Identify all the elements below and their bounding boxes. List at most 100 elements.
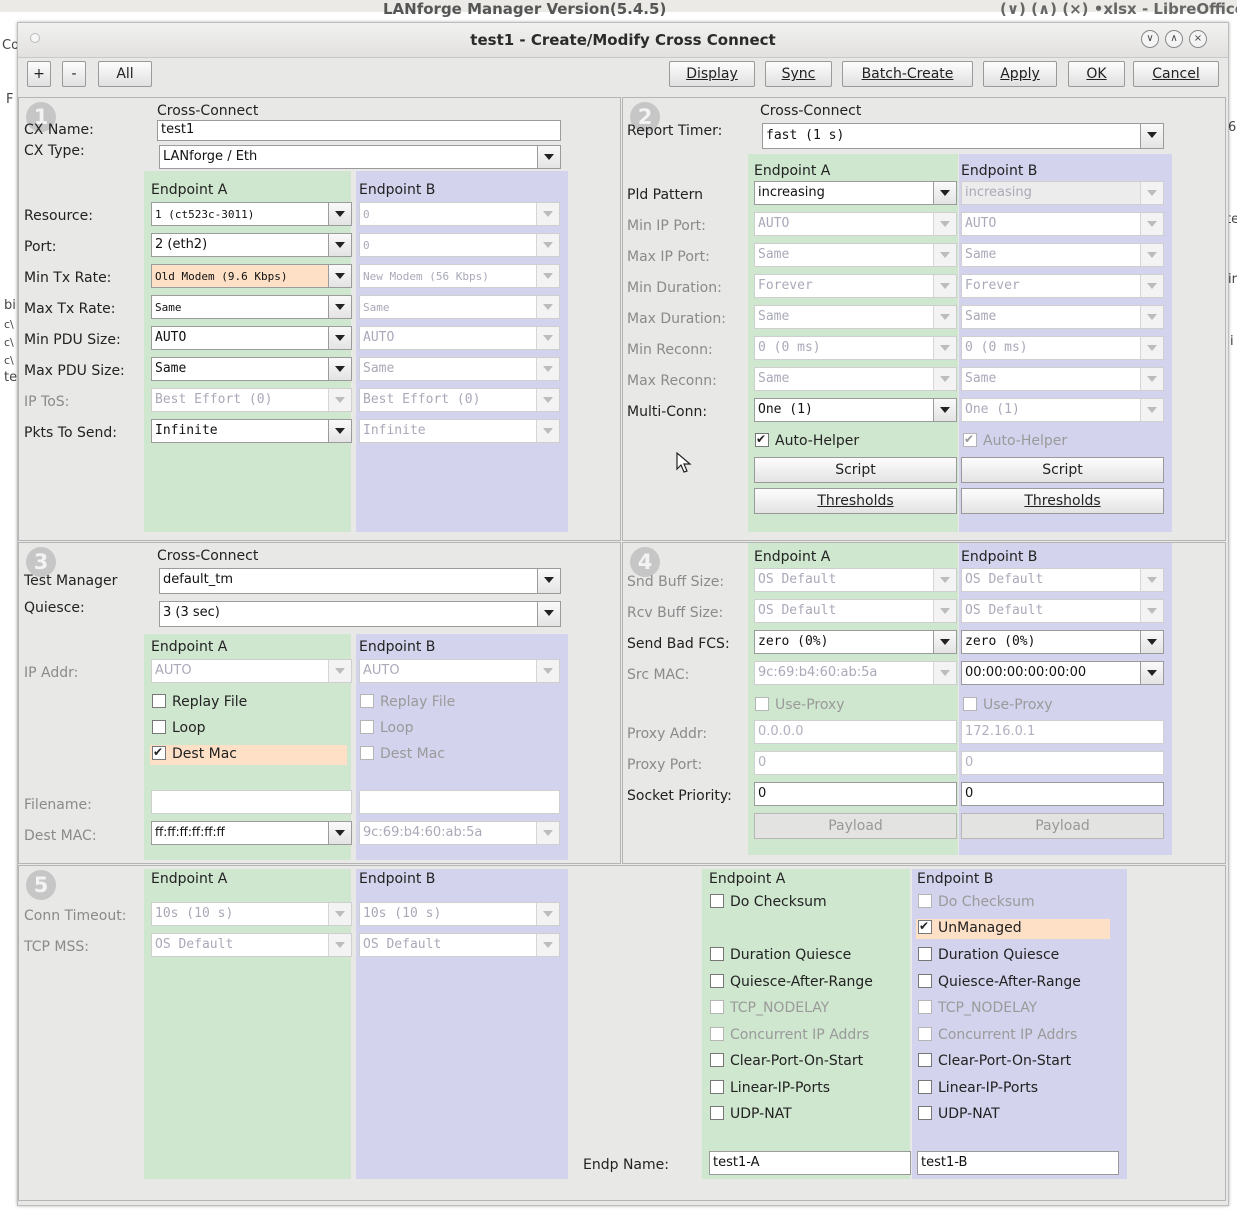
chevron-down-icon[interactable] [933, 399, 956, 421]
chevron-down-icon[interactable] [328, 296, 351, 318]
chevron-down-icon[interactable] [328, 358, 351, 380]
cx-name-input[interactable]: test1 [157, 120, 561, 141]
filename-a-input[interactable] [151, 790, 352, 814]
checkbox-icon [360, 720, 374, 734]
chevron-down-icon [1140, 337, 1163, 359]
multi-conn-a-select[interactable]: One (1) [754, 398, 957, 422]
report-timer-select[interactable]: fast (1 s) [762, 123, 1164, 149]
dest-mac-b-label: Dest Mac [380, 746, 445, 762]
cancel-button[interactable]: Cancel [1133, 61, 1219, 87]
socket-priority-label: Socket Priority: [627, 788, 732, 804]
dest-mac-b-select: 9c:69:b4:60:ab:5a [359, 821, 560, 845]
test-manager-select[interactable]: default_tm [159, 568, 561, 594]
chevron-down-icon [1140, 244, 1163, 266]
loop-a-checkbox[interactable]: Loop [152, 719, 206, 739]
thresholds-a-button[interactable]: Thresholds [754, 488, 957, 514]
do-checksum-a-checkbox[interactable]: Do Checksum [710, 893, 827, 913]
chevron-down-icon[interactable] [537, 146, 560, 168]
maximize-icon[interactable]: ∧ [1165, 30, 1183, 48]
checkbox-icon [918, 1027, 932, 1041]
chevron-down-icon[interactable] [328, 234, 351, 256]
quiesce-after-range-b-checkbox[interactable]: Quiesce-After-Range [918, 973, 1081, 993]
clear-port-on-start-a-checkbox[interactable]: Clear-Port-On-Start [710, 1052, 863, 1072]
udp-nat-a-checkbox[interactable]: UDP-NAT [710, 1105, 792, 1125]
pkts-to-send-a-value: Infinite [155, 423, 218, 438]
min-duration-label: Min Duration: [627, 280, 722, 296]
proxy-port-a-input: 0 [754, 751, 957, 775]
src-mac-b-select[interactable]: 00:00:00:00:00:00 [961, 661, 1164, 685]
pld-pattern-a-select[interactable]: increasing [754, 181, 957, 205]
socket-priority-b-input[interactable]: 0 [961, 782, 1164, 806]
panel-3: 3 Cross-Connect Test Manager default_tm … [18, 542, 621, 864]
minimize-icon[interactable]: ∨ [1141, 30, 1159, 48]
chevron-down-icon[interactable] [1140, 662, 1163, 684]
clear-port-on-start-b-checkbox[interactable]: Clear-Port-On-Start [918, 1052, 1071, 1072]
ok-button[interactable]: OK [1068, 61, 1125, 87]
udp-nat-b-checkbox[interactable]: UDP-NAT [918, 1105, 1000, 1125]
chevron-down-icon[interactable] [1140, 124, 1163, 148]
remove-button[interactable]: - [62, 61, 86, 87]
chevron-down-icon[interactable] [328, 822, 351, 844]
concurrent-ip-a-label: Concurrent IP Addrs [730, 1027, 870, 1043]
all-button[interactable]: All [98, 61, 152, 87]
dest-mac-a-select[interactable]: ff:ff:ff:ff:ff:ff [151, 821, 352, 845]
chevron-down-icon[interactable] [537, 569, 560, 593]
endp-name-b-input[interactable]: test1-B [917, 1151, 1119, 1175]
unmanaged-b-checkbox[interactable]: UnManaged [916, 917, 1110, 939]
clear-port-on-start-a-label: Clear-Port-On-Start [730, 1053, 864, 1069]
checkbox-checked-icon [963, 430, 977, 448]
title-bar[interactable]: test1 - Create/Modify Cross Connect ∨ ∧ … [18, 23, 1228, 58]
src-mac-a-select: 9c:69:b4:60:ab:5a [754, 661, 957, 685]
resource-a-select[interactable]: 1 (ct523c-3011) [151, 202, 352, 226]
min-tx-rate-a-select[interactable]: Old Modem (9.6 Kbps) [151, 264, 352, 288]
ip-addr-label: IP Addr: [24, 665, 79, 681]
endpoint-b-header: Endpoint B [359, 182, 436, 198]
background-fragment: i [1230, 334, 1234, 349]
replay-file-a-checkbox[interactable]: Replay File [152, 693, 247, 713]
close-icon[interactable]: × [1189, 30, 1207, 48]
apply-button[interactable]: Apply [983, 61, 1057, 87]
pkts-to-send-a-select[interactable]: Infinite [151, 419, 352, 443]
max-tx-rate-a-select[interactable]: Same [151, 295, 352, 319]
linear-ip-ports-b-checkbox[interactable]: Linear-IP-Ports [918, 1079, 1038, 1099]
quiesce-after-range-a-checkbox[interactable]: Quiesce-After-Range [710, 973, 873, 993]
test-manager-value: default_tm [163, 572, 234, 587]
add-button[interactable]: + [27, 61, 51, 87]
script-b-button[interactable]: Script [961, 457, 1164, 483]
thresholds-b-button[interactable]: Thresholds [961, 488, 1164, 514]
sync-button[interactable]: Sync [765, 61, 832, 87]
batch-create-button[interactable]: Batch-Create [842, 61, 973, 87]
chevron-down-icon[interactable] [933, 182, 956, 204]
duration-quiesce-a-checkbox[interactable]: Duration Quiesce [710, 946, 851, 966]
cx-type-select[interactable]: LANforge / Eth [159, 145, 561, 169]
display-button[interactable]: Display [669, 61, 755, 87]
clear-port-on-start-b-label: Clear-Port-On-Start [938, 1053, 1072, 1069]
min-pdu-size-a-select[interactable]: AUTO [151, 326, 352, 350]
checkbox-icon [710, 1080, 724, 1094]
chevron-down-icon[interactable] [933, 631, 956, 653]
auto-helper-a-checkbox[interactable]: Auto-Helper [755, 430, 859, 452]
socket-priority-a-input[interactable]: 0 [754, 782, 957, 806]
send-bad-fcs-b-select[interactable]: zero (0%) [961, 630, 1164, 654]
checkbox-icon [360, 694, 374, 708]
chevron-down-icon[interactable] [328, 420, 351, 442]
linear-ip-ports-a-checkbox[interactable]: Linear-IP-Ports [710, 1079, 830, 1099]
chevron-down-icon[interactable] [328, 327, 351, 349]
script-a-button[interactable]: Script [754, 457, 957, 483]
background-fragment: 6 [1228, 120, 1237, 135]
dest-mac-a-checkbox[interactable]: Dest Mac [150, 743, 347, 765]
port-a-select[interactable]: 2 (eth2) [151, 233, 352, 257]
max-pdu-size-a-select[interactable]: Same [151, 357, 352, 381]
min-pdu-size-a-value: AUTO [155, 330, 187, 345]
duration-quiesce-b-checkbox[interactable]: Duration Quiesce [918, 946, 1059, 966]
send-bad-fcs-a-select[interactable]: zero (0%) [754, 630, 957, 654]
chevron-down-icon [1140, 275, 1163, 297]
chevron-down-icon[interactable] [537, 602, 560, 626]
endp-name-a-input[interactable]: test1-A [709, 1151, 911, 1175]
cancel-label: Cancel [1152, 66, 1200, 82]
chevron-down-icon[interactable] [328, 265, 351, 287]
tcp-mss-b-value: OS Default [363, 937, 442, 952]
quiesce-select[interactable]: 3 (3 sec) [159, 601, 561, 627]
chevron-down-icon[interactable] [1140, 631, 1163, 653]
chevron-down-icon[interactable] [328, 203, 351, 225]
